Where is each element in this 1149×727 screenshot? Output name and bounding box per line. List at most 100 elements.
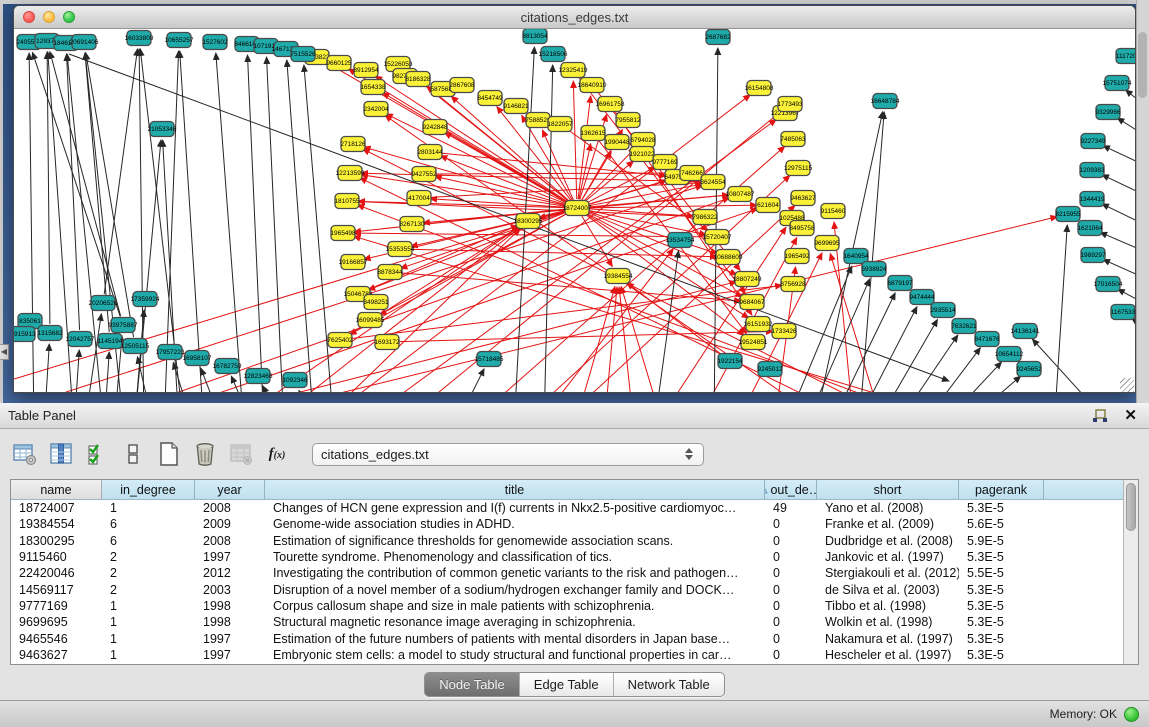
table-cell[interactable]: 0 bbox=[765, 632, 817, 646]
graph-edge[interactable] bbox=[1102, 175, 1135, 209]
graph-node-10654112[interactable]: 10654112 bbox=[995, 347, 1024, 362]
new-document-icon[interactable] bbox=[154, 439, 184, 469]
graph-node-9146821[interactable]: 9146821 bbox=[503, 99, 529, 114]
graph-node-12823468[interactable]: 12823468 bbox=[244, 369, 273, 384]
graph-node-8215955[interactable]: 8215955 bbox=[1055, 207, 1081, 222]
graph-node-16782759[interactable]: 16782759 bbox=[213, 359, 242, 374]
delete-trash-icon[interactable] bbox=[190, 439, 220, 469]
tab-node-table[interactable]: Node Table bbox=[425, 673, 519, 696]
table-cell[interactable]: 5.3E-5 bbox=[959, 550, 1044, 564]
graph-node-16648784[interactable]: 16648784 bbox=[871, 94, 900, 109]
graph-node-19166857[interactable]: 19166857 bbox=[339, 255, 368, 270]
table-cell[interactable]: 5.3E-5 bbox=[959, 632, 1044, 646]
graph-node-9329966[interactable]: 9329966 bbox=[1095, 105, 1121, 120]
graph-node-12505115[interactable]: 12505115 bbox=[121, 339, 150, 354]
graph-node-17359924[interactable]: 17359924 bbox=[131, 292, 160, 307]
graph-edge[interactable] bbox=[247, 55, 264, 393]
graph-node-7955812[interactable]: 7955812 bbox=[615, 113, 641, 128]
graph-node-16958107[interactable]: 16958107 bbox=[183, 351, 212, 366]
table-cell[interactable]: Investigating the contribution of common… bbox=[265, 566, 765, 580]
graph-edge[interactable] bbox=[454, 369, 484, 393]
graph-node-18640910[interactable]: 18640910 bbox=[578, 78, 607, 93]
column-header-title[interactable]: title bbox=[265, 480, 765, 499]
graph-node-17957223[interactable]: 17957223 bbox=[156, 345, 185, 360]
table-cell[interactable]: Yano et al. (2008) bbox=[817, 501, 959, 515]
graph-node-12042757[interactable]: 12042757 bbox=[66, 332, 95, 347]
table-cell[interactable]: 9463627 bbox=[11, 648, 102, 662]
graph-node-1810755[interactable]: 1810755 bbox=[334, 194, 360, 209]
table-cell[interactable]: Disruption of a novel member of a sodium… bbox=[265, 583, 765, 597]
function-builder-icon[interactable]: f(x) bbox=[262, 439, 292, 469]
graph-node-5938924[interactable]: 5938924 bbox=[861, 262, 887, 277]
table-cell[interactable]: Franke et al. (2009) bbox=[817, 517, 959, 531]
table-cell[interactable]: 1 bbox=[102, 599, 195, 613]
graph-edge[interactable] bbox=[104, 49, 137, 294]
table-cell[interactable]: 0 bbox=[765, 550, 817, 564]
graph-edge[interactable] bbox=[74, 350, 79, 393]
graph-node-1092346[interactable]: 1092346 bbox=[282, 373, 308, 388]
graph-node-1965492[interactable]: 1965492 bbox=[784, 249, 810, 264]
graph-node-16961758[interactable]: 16961758 bbox=[596, 97, 625, 112]
table-cell[interactable]: 5.6E-5 bbox=[959, 517, 1044, 531]
graph-edge[interactable] bbox=[959, 376, 1021, 393]
table-cell[interactable]: 19384554 bbox=[11, 517, 102, 531]
close-window-button[interactable] bbox=[23, 11, 35, 23]
graph-edge[interactable] bbox=[583, 148, 635, 202]
table-cell[interactable]: 0 bbox=[765, 517, 817, 531]
graph-node-2867608[interactable]: 2867608 bbox=[449, 78, 475, 93]
table-cell[interactable]: 5.5E-5 bbox=[959, 566, 1044, 580]
network-canvas[interactable]: 1872400718300295193845547663822966012589… bbox=[14, 29, 1135, 393]
table-cell[interactable]: 1997 bbox=[195, 648, 265, 662]
table-cell[interactable]: 0 bbox=[765, 615, 817, 629]
graph-node-9463627[interactable]: 9463627 bbox=[790, 191, 816, 206]
graph-node-9660125[interactable]: 9660125 bbox=[326, 56, 352, 71]
table-cell[interactable]: Wolkin et al. (1998) bbox=[817, 615, 959, 629]
graph-edge[interactable] bbox=[654, 251, 679, 393]
graph-node-8471676[interactable]: 8471676 bbox=[974, 332, 1000, 347]
graph-node-16033809[interactable]: 16033809 bbox=[125, 31, 154, 46]
graph-node-6794028[interactable]: 6794028 bbox=[630, 133, 656, 148]
graph-node-21053346[interactable]: 21053346 bbox=[148, 122, 177, 137]
table-cell[interactable]: 1 bbox=[102, 648, 195, 662]
graph-node-14136141[interactable]: 14136141 bbox=[1011, 324, 1040, 339]
graph-node-8186328[interactable]: 8186328 bbox=[405, 72, 431, 87]
graph-node-15718485[interactable]: 15718485 bbox=[475, 352, 504, 367]
table-row[interactable]: 969969511998Structural magnetic resonanc… bbox=[11, 614, 1123, 630]
graph-node-9227349[interactable]: 9227349 bbox=[1080, 134, 1106, 149]
table-row[interactable]: 1830029562008Estimation of significance … bbox=[11, 533, 1123, 549]
table-cell[interactable]: 18300295 bbox=[11, 534, 102, 548]
graph-node-2687682[interactable]: 2687682 bbox=[705, 30, 731, 45]
graph-edge[interactable] bbox=[361, 175, 568, 207]
graph-node-8454749[interactable]: 8454749 bbox=[477, 91, 503, 106]
graph-node-1209383[interactable]: 1209383 bbox=[1079, 163, 1105, 178]
table-cell[interactable]: 2012 bbox=[195, 566, 265, 580]
graph-node-1922154[interactable]: 1922154 bbox=[717, 354, 743, 369]
table-cell[interactable]: 5.3E-5 bbox=[959, 583, 1044, 597]
graph-node-1773493[interactable]: 1773493 bbox=[777, 97, 803, 112]
table-row[interactable]: 911546021997Tourette syndrome. Phenomeno… bbox=[11, 549, 1123, 565]
minimize-window-button[interactable] bbox=[43, 11, 55, 23]
graph-edge[interactable] bbox=[85, 53, 109, 332]
graph-edge[interactable] bbox=[375, 76, 569, 203]
column-header-year[interactable]: year bbox=[195, 480, 265, 499]
table-cell[interactable]: 0 bbox=[765, 566, 817, 580]
graph-edge[interactable] bbox=[1103, 146, 1135, 179]
resize-grip[interactable] bbox=[1120, 378, 1134, 392]
graph-node-2803144[interactable]: 2803144 bbox=[417, 145, 443, 160]
table-cell[interactable]: 9465546 bbox=[11, 632, 102, 646]
graph-node-15353554[interactable]: 15353554 bbox=[386, 242, 415, 257]
table-cell[interactable]: 1997 bbox=[195, 550, 265, 564]
graph-node-8756928[interactable]: 8756928 bbox=[780, 277, 806, 292]
panel-collapse-handle[interactable]: ◀ bbox=[0, 344, 9, 360]
graph-node-1989297[interactable]: 1989297 bbox=[1080, 248, 1106, 263]
table-row[interactable]: 977716911998Corpus callosum shape and si… bbox=[11, 598, 1123, 614]
table-row[interactable]: 1938455462009Genome-wide association stu… bbox=[11, 516, 1123, 532]
graph-node-9115460[interactable]: 9115460 bbox=[821, 204, 846, 219]
graph-node-15218506[interactable]: 15218506 bbox=[539, 47, 568, 62]
graph-node-9474444[interactable]: 9474444 bbox=[909, 290, 935, 305]
graph-node-9245012[interactable]: 9245012 bbox=[757, 362, 783, 377]
table-cell[interactable]: 2 bbox=[102, 566, 195, 580]
table-cell[interactable]: de Silva et al. (2003) bbox=[817, 583, 959, 597]
graph-node-2718126[interactable]: 2718126 bbox=[340, 137, 366, 152]
graph-node-8878344[interactable]: 8878344 bbox=[377, 265, 403, 280]
